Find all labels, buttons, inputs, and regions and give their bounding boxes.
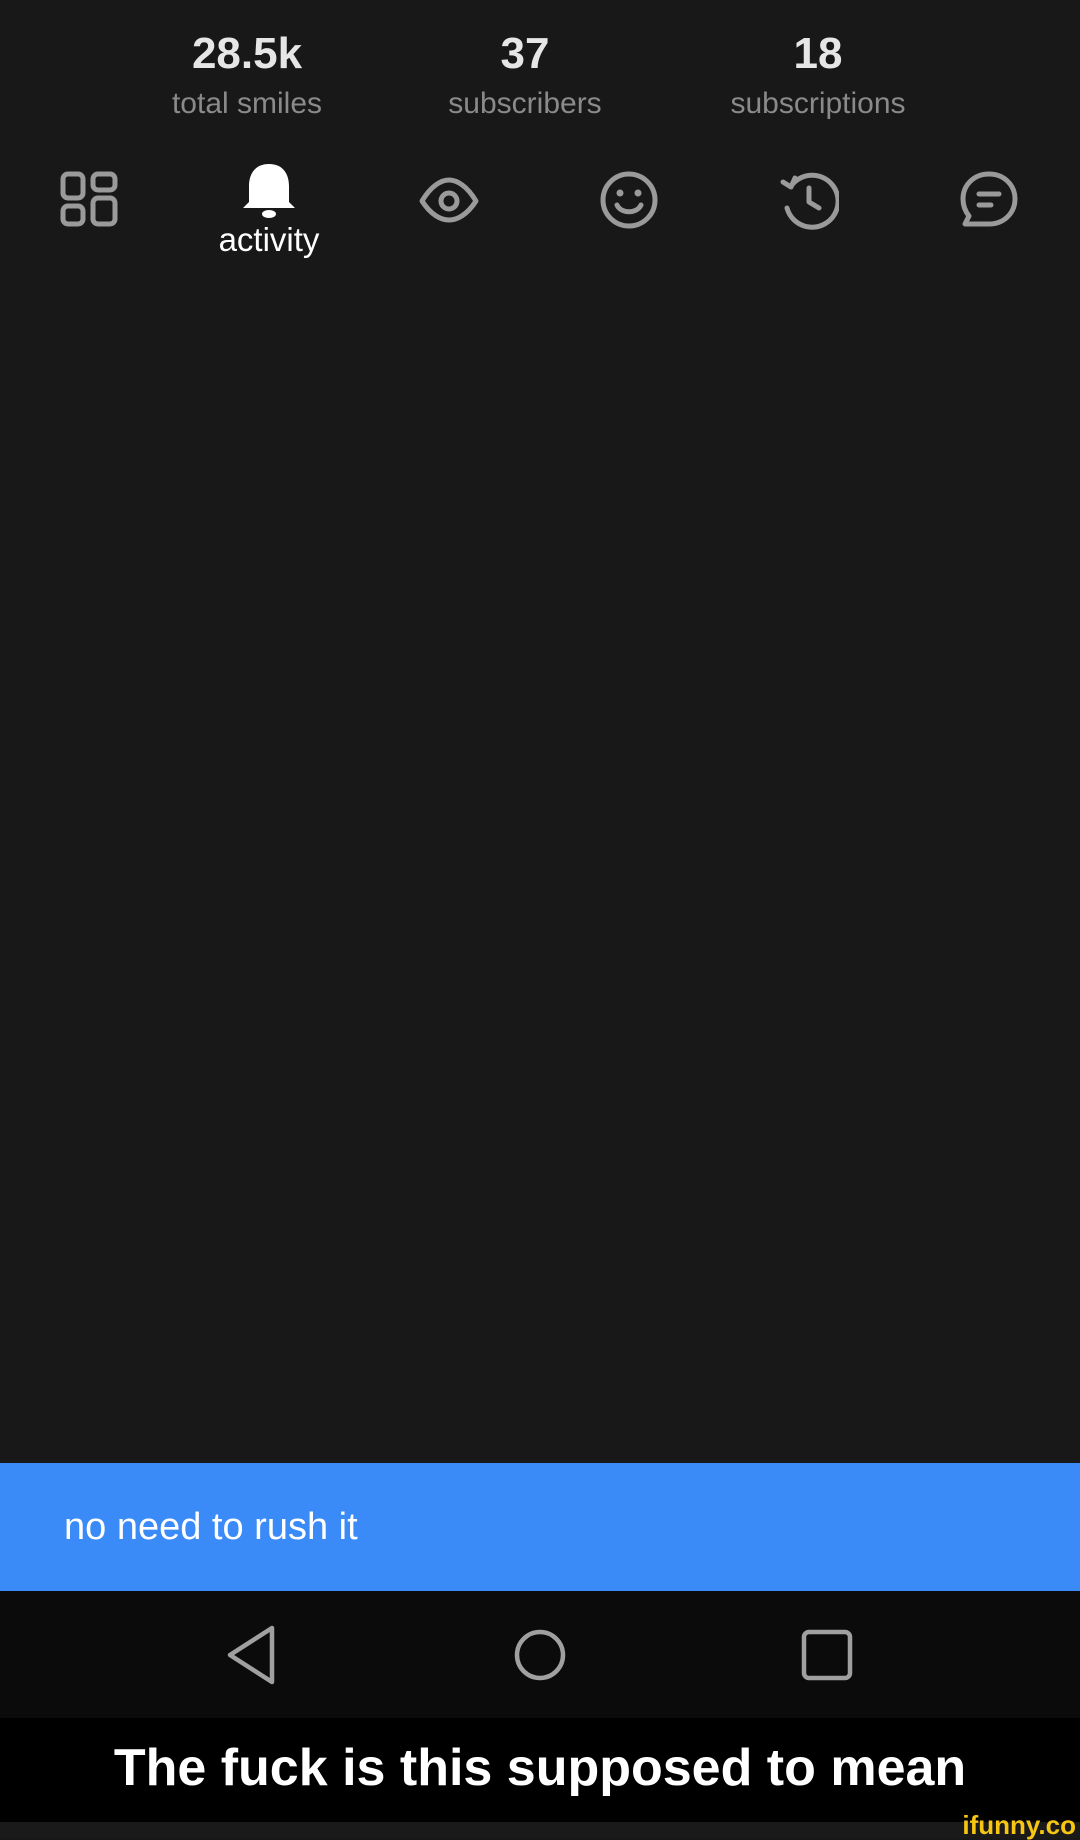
back-triangle-icon <box>227 1625 275 1685</box>
bell-icon <box>243 164 295 218</box>
chat-icon <box>960 171 1018 227</box>
recents-square-icon <box>801 1629 853 1681</box>
stat-value: 28.5k <box>191 29 303 78</box>
history-icon <box>780 172 839 230</box>
tab-grid[interactable] <box>24 160 154 270</box>
tab-comments[interactable] <box>924 160 1054 270</box>
tab-views[interactable] <box>384 160 514 270</box>
profile-screen: 28.5k total smiles 37 subscribers 18 sub… <box>0 0 1080 1463</box>
ifunny-watermark: ifunny.co <box>962 1810 1076 1840</box>
tab-history[interactable] <box>744 160 874 270</box>
stat-value: 18 <box>793 29 843 78</box>
snackbar-message: no need to rush it <box>64 1506 358 1548</box>
stat-label: total smiles <box>171 87 323 120</box>
stat-subscribers[interactable]: 37 subscribers <box>375 22 675 122</box>
smiley-icon <box>600 171 658 229</box>
nav-home-button[interactable] <box>503 1618 577 1692</box>
stat-value: 37 <box>500 29 550 78</box>
stat-subscriptions[interactable]: 18 subscriptions <box>668 22 968 122</box>
nav-recents-button[interactable] <box>790 1618 864 1692</box>
nav-back-button[interactable] <box>216 1618 290 1692</box>
stat-label: subscriptions <box>730 87 906 120</box>
stat-total-smiles[interactable]: 28.5k total smiles <box>97 22 397 122</box>
snackbar[interactable]: no need to rush it <box>0 1463 1080 1591</box>
eye-icon <box>419 177 479 223</box>
bottom-strip <box>0 1822 1080 1838</box>
stat-label: subscribers <box>448 87 602 120</box>
grid-icon <box>60 171 118 227</box>
home-circle-icon <box>514 1629 566 1681</box>
meme-caption: The fuck is this supposed to mean <box>0 1718 1080 1822</box>
tab-smiles[interactable] <box>564 160 694 270</box>
tab-label: activity <box>218 221 320 258</box>
system-navigation-bar <box>0 1591 1080 1718</box>
caption-text: The fuck is this supposed to mean <box>113 1739 967 1797</box>
tab-activity[interactable]: activity <box>204 160 334 270</box>
